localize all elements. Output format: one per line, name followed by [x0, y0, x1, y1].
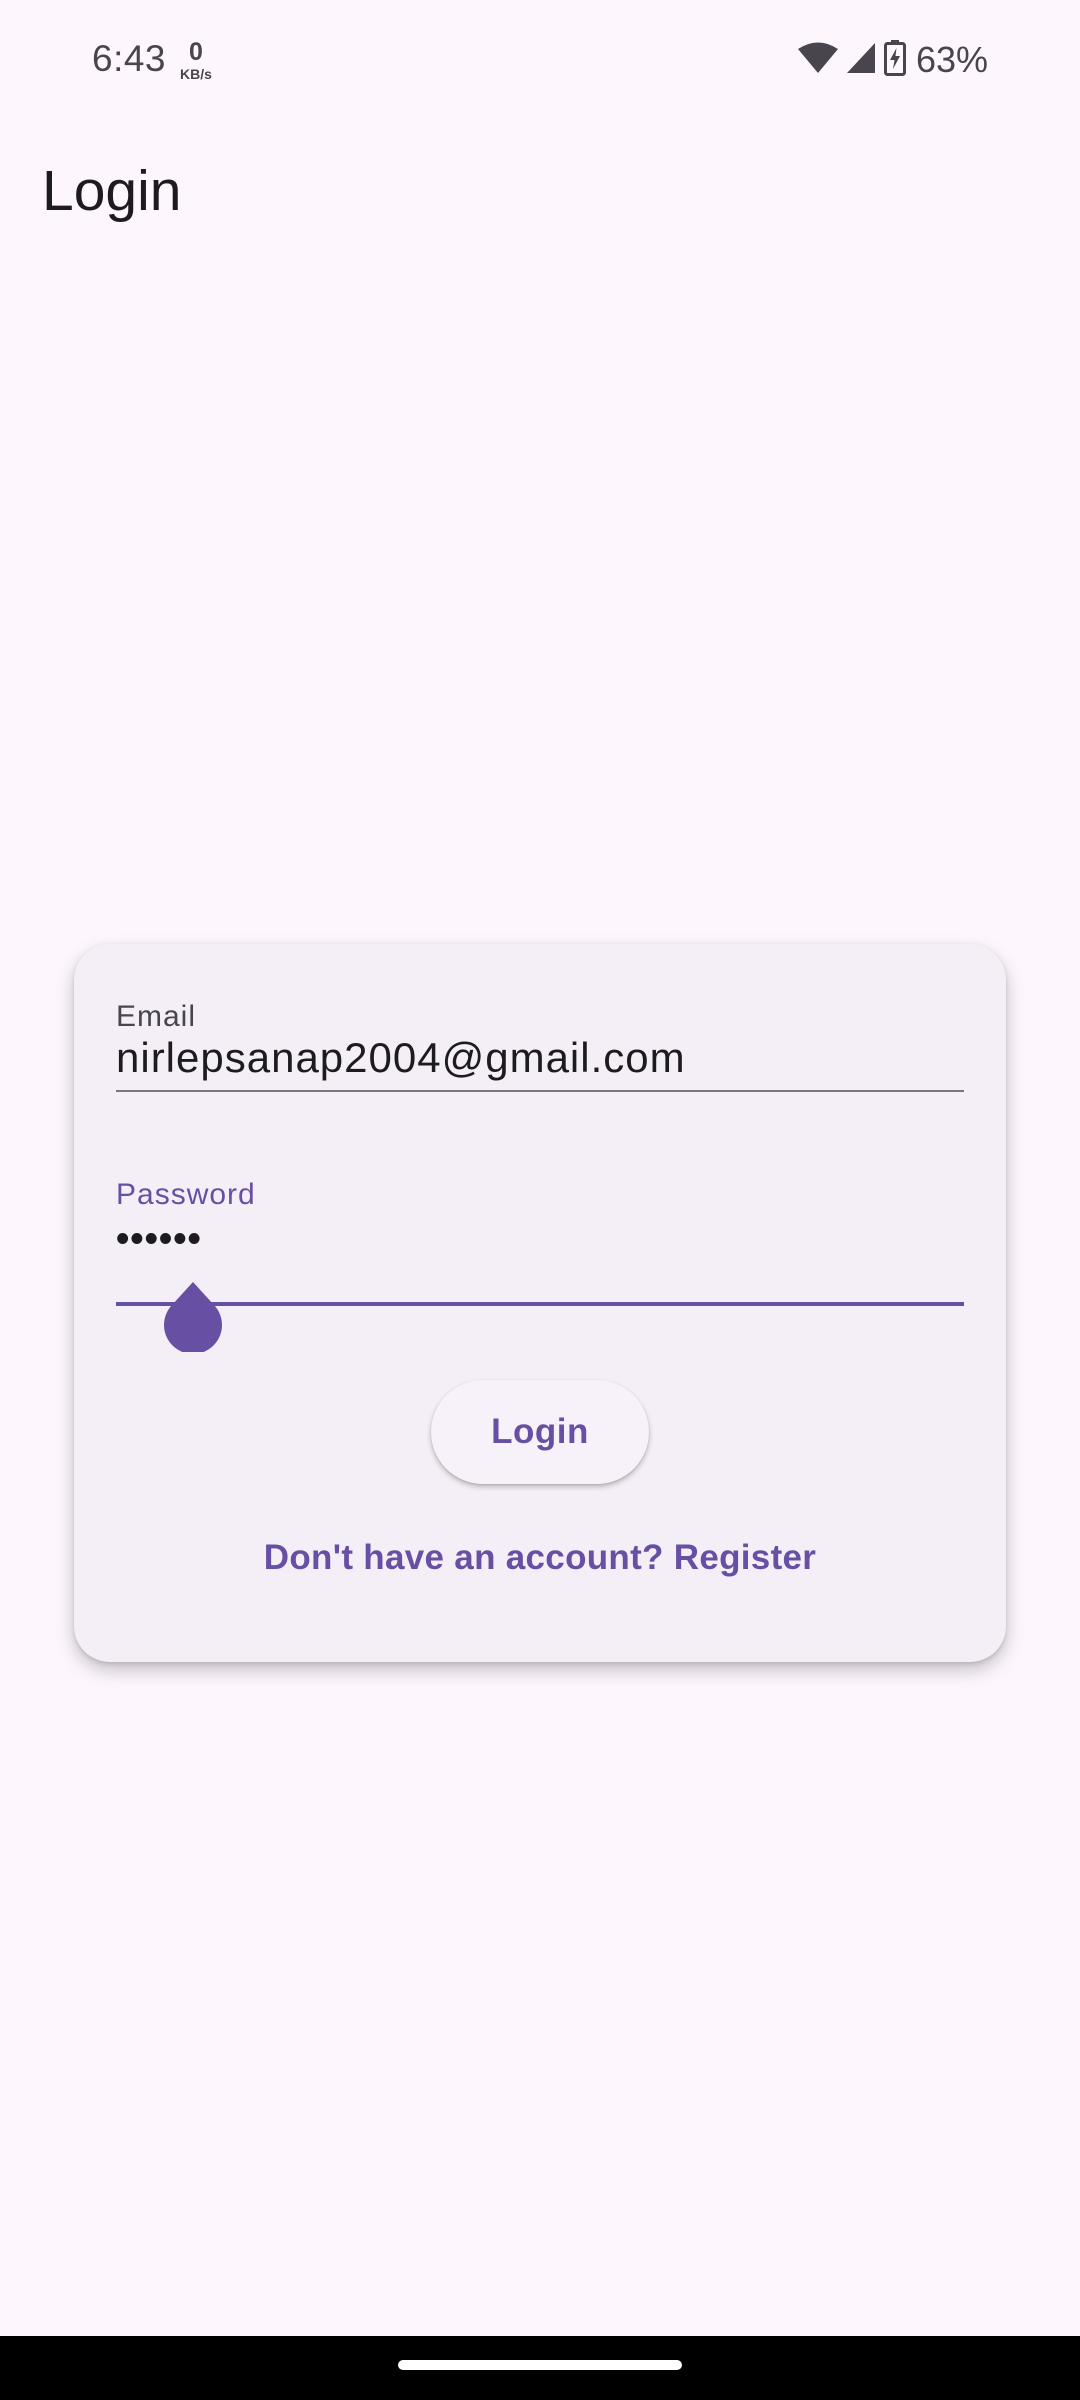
status-bar: 6:43 0 KB/s 63%: [0, 0, 1080, 120]
page-title: Login: [42, 159, 182, 223]
wifi-icon: [797, 42, 838, 79]
password-input[interactable]: ••••••: [116, 1218, 202, 1261]
status-time: 6:43: [92, 38, 167, 79]
status-icons: 63%: [797, 38, 988, 82]
network-speed-unit: KB/s: [180, 66, 212, 82]
network-speed-value: 0: [189, 38, 203, 66]
login-card: Email nirlepsanap2004@gmail.com Password…: [74, 944, 1006, 1662]
battery-percent: 63%: [915, 39, 988, 80]
email-field-label: Email: [116, 1000, 197, 1033]
battery-charging-icon: [883, 39, 906, 81]
email-field-underline: [116, 1090, 964, 1092]
login-button[interactable]: Login: [431, 1380, 649, 1484]
home-gesture-handle[interactable]: [398, 2360, 682, 2370]
email-input[interactable]: nirlepsanap2004@gmail.com: [116, 1034, 686, 1082]
password-field[interactable]: Password ••••••: [116, 1178, 964, 1308]
cell-signal-icon: [846, 42, 876, 79]
navigation-bar: [0, 2336, 1080, 2400]
email-field[interactable]: Email nirlepsanap2004@gmail.com: [116, 1000, 964, 1092]
text-cursor-handle[interactable]: [164, 1282, 222, 1354]
password-field-underline: [116, 1302, 964, 1306]
password-field-label: Password: [116, 1178, 256, 1211]
network-speed-indicator: 0 KB/s: [176, 38, 216, 82]
register-link[interactable]: Don't have an account? Register: [74, 1538, 1006, 1578]
